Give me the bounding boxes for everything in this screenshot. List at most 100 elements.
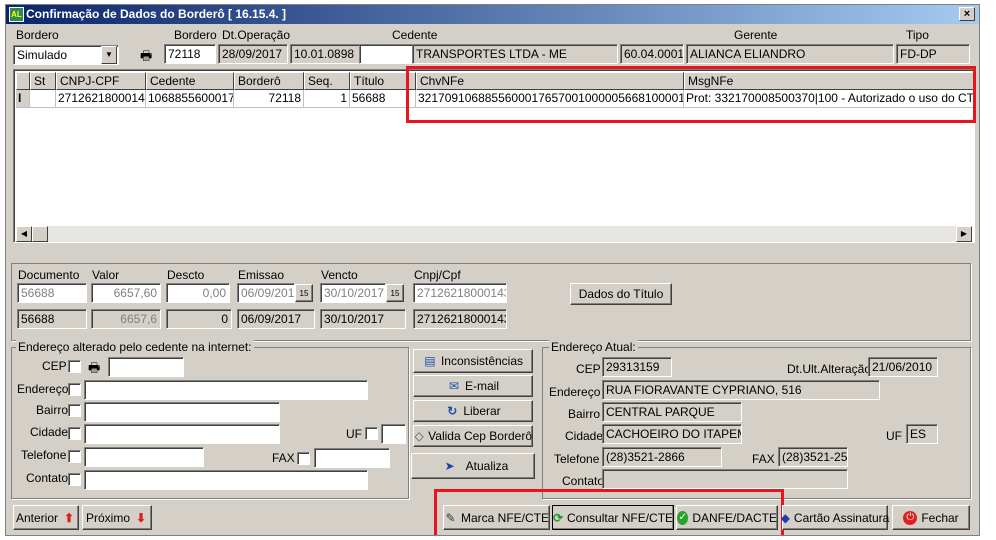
fechar-button[interactable]: ⏻ Fechar	[892, 505, 970, 530]
cell-cedente[interactable]: 10688556000176	[146, 90, 234, 108]
app-icon: AL	[9, 7, 24, 22]
grid-header-indicator	[16, 72, 30, 90]
atual-cidade-label: Cidade	[565, 429, 604, 443]
emissao-label: Emissao	[238, 268, 285, 282]
cell-cnpj[interactable]: 27126218000143	[56, 90, 146, 108]
desconto-field[interactable]: 0,00	[166, 283, 230, 303]
email-label: E-mail	[464, 379, 499, 393]
email-button[interactable]: ✉ E-mail	[413, 375, 533, 397]
atualiza-button[interactable]: ➤ Atualiza	[411, 453, 535, 479]
vencto-field[interactable]: 30/10/2017	[320, 283, 386, 303]
cell-seq[interactable]: 1	[304, 90, 350, 108]
uf-checkbox[interactable]	[365, 427, 378, 440]
atual-dt-field: 21/06/2010	[868, 357, 938, 377]
scroll-left-icon[interactable]: ◀	[16, 226, 32, 242]
cedente-blank-field	[359, 44, 413, 64]
internet-uf-label: UF	[346, 427, 362, 441]
valor-label: Valor	[92, 268, 120, 282]
atual-telefone-label: Telefone	[554, 452, 600, 466]
cnpj-original-field: 27126218000143	[413, 309, 507, 329]
internet-bairro-input[interactable]	[84, 402, 280, 422]
atual-uf-field: ES	[906, 424, 938, 444]
refresh-icon: ↻	[447, 404, 458, 418]
cnpj-field[interactable]: 27126218000143	[413, 283, 507, 303]
current-group-title: Endereço Atual:	[549, 340, 638, 354]
power-icon: ⏻	[903, 510, 918, 525]
cnpj-label: Cnpj/Cpf	[414, 268, 461, 282]
bordero-number-field[interactable]: 72118	[164, 44, 216, 64]
contato-checkbox[interactable]	[68, 473, 81, 486]
vencto-calendar-icon[interactable]: 15	[386, 284, 404, 302]
atual-fax-label: FAX	[752, 452, 775, 466]
internet-contato-input[interactable]	[84, 470, 368, 490]
grid-header-cnpj[interactable]: CNPJ-CPF	[56, 72, 146, 90]
cidade-checkbox[interactable]	[68, 427, 81, 440]
cartao-assinatura-button[interactable]: ◆ Cartão Assinatura	[780, 505, 889, 530]
cep-checkbox[interactable]	[68, 360, 81, 373]
chevron-down-icon[interactable]: ▼	[101, 46, 117, 64]
highlight-box-nfe-columns	[406, 66, 976, 123]
documento-label: Documento	[18, 268, 80, 282]
internet-cidade-input[interactable]	[84, 424, 280, 444]
documento-original-field: 56688	[17, 309, 87, 329]
atual-uf-label: UF	[886, 429, 902, 443]
internet-telefone-input[interactable]	[84, 447, 204, 467]
atual-cep-label: CEP	[576, 362, 601, 376]
atual-endereco-label: Endereço	[549, 385, 601, 399]
telefone-checkbox[interactable]	[68, 450, 81, 463]
gerente-code-field: 60.04.0001	[620, 44, 684, 64]
internet-fax-input[interactable]	[314, 448, 390, 468]
endereco-checkbox[interactable]	[68, 383, 81, 396]
scroll-right-icon[interactable]: ▶	[956, 226, 972, 242]
vencto-label: Vencto	[321, 268, 358, 282]
desconto-original-field: 0	[166, 309, 232, 329]
proximo-button[interactable]: Próximo ⬇	[82, 505, 152, 530]
bairro-checkbox[interactable]	[68, 404, 81, 417]
inconsistencias-button[interactable]: ▤ Inconsistências	[413, 349, 533, 373]
dados-titulo-button[interactable]: Dados do Título	[570, 283, 672, 305]
grid-header-cedente[interactable]: Cedente	[146, 72, 234, 90]
emissao-field[interactable]: 06/09/201	[237, 283, 295, 303]
inconsistencias-label: Inconsistências	[440, 354, 524, 368]
fechar-label: Fechar	[921, 510, 959, 525]
fax-checkbox[interactable]	[297, 452, 310, 465]
scroll-thumb[interactable]	[32, 226, 48, 242]
tipo-field: FD-DP	[896, 44, 970, 64]
internet-cep-input[interactable]	[108, 357, 184, 377]
dt-operacao-label: Dt.Operação	[222, 28, 291, 42]
arrow-up-icon: ⬆	[63, 510, 75, 525]
main-window: AL Confirmação de Dados do Borderô [ 16.…	[5, 4, 980, 536]
documento-field[interactable]: 56688	[17, 283, 87, 303]
dt-operacao-field: 28/09/2017	[218, 44, 288, 64]
grid-header-bordero[interactable]: Borderô	[234, 72, 304, 90]
report-icon: ▤	[424, 354, 436, 368]
cell-bordero[interactable]: 72118	[234, 90, 304, 108]
proximo-label: Próximo	[85, 510, 130, 525]
printer-icon[interactable]: 🖶	[140, 47, 152, 69]
cell-st[interactable]	[30, 90, 56, 108]
anterior-button[interactable]: Anterior ⬆	[13, 505, 79, 530]
grid-header-st[interactable]: St	[30, 72, 56, 90]
close-button[interactable]: ×	[959, 7, 975, 21]
atualiza-label: Atualiza	[465, 459, 509, 473]
vencto-original-field: 30/10/2017	[320, 309, 406, 329]
internet-endereco-input[interactable]	[84, 380, 368, 400]
horizontal-scrollbar[interactable]: ◀ ▶	[16, 226, 972, 242]
internet-uf-input[interactable]	[381, 424, 406, 444]
email-icon: ✉	[448, 379, 460, 393]
valida-cep-label: Valida Cep Borderô	[428, 429, 532, 443]
emissao-calendar-icon[interactable]: 15	[295, 284, 313, 302]
printer-icon[interactable]: 🖶	[88, 359, 100, 381]
atual-bairro-field: CENTRAL PARQUE	[602, 402, 742, 422]
bordero-label: Bordero	[16, 28, 59, 42]
cedente-name-field: TRANSPORTES LTDA - ME	[412, 44, 618, 64]
internet-group-title: Endereço alterado pelo cedente na intern…	[16, 340, 254, 354]
valida-cep-button[interactable]: ◇ Valida Cep Borderô	[413, 425, 533, 447]
cedente-code-field: 10.01.0898	[290, 44, 360, 64]
cedente-label: Cedente	[392, 28, 438, 42]
liberar-button[interactable]: ↻ Liberar	[413, 400, 533, 422]
atual-cidade-field: CACHOEIRO DO ITAPEMI	[602, 424, 742, 444]
grid-header-seq[interactable]: Seq.	[304, 72, 350, 90]
diamond-icon: ◆	[780, 510, 790, 525]
valor-field[interactable]: 6657,60	[91, 283, 161, 303]
